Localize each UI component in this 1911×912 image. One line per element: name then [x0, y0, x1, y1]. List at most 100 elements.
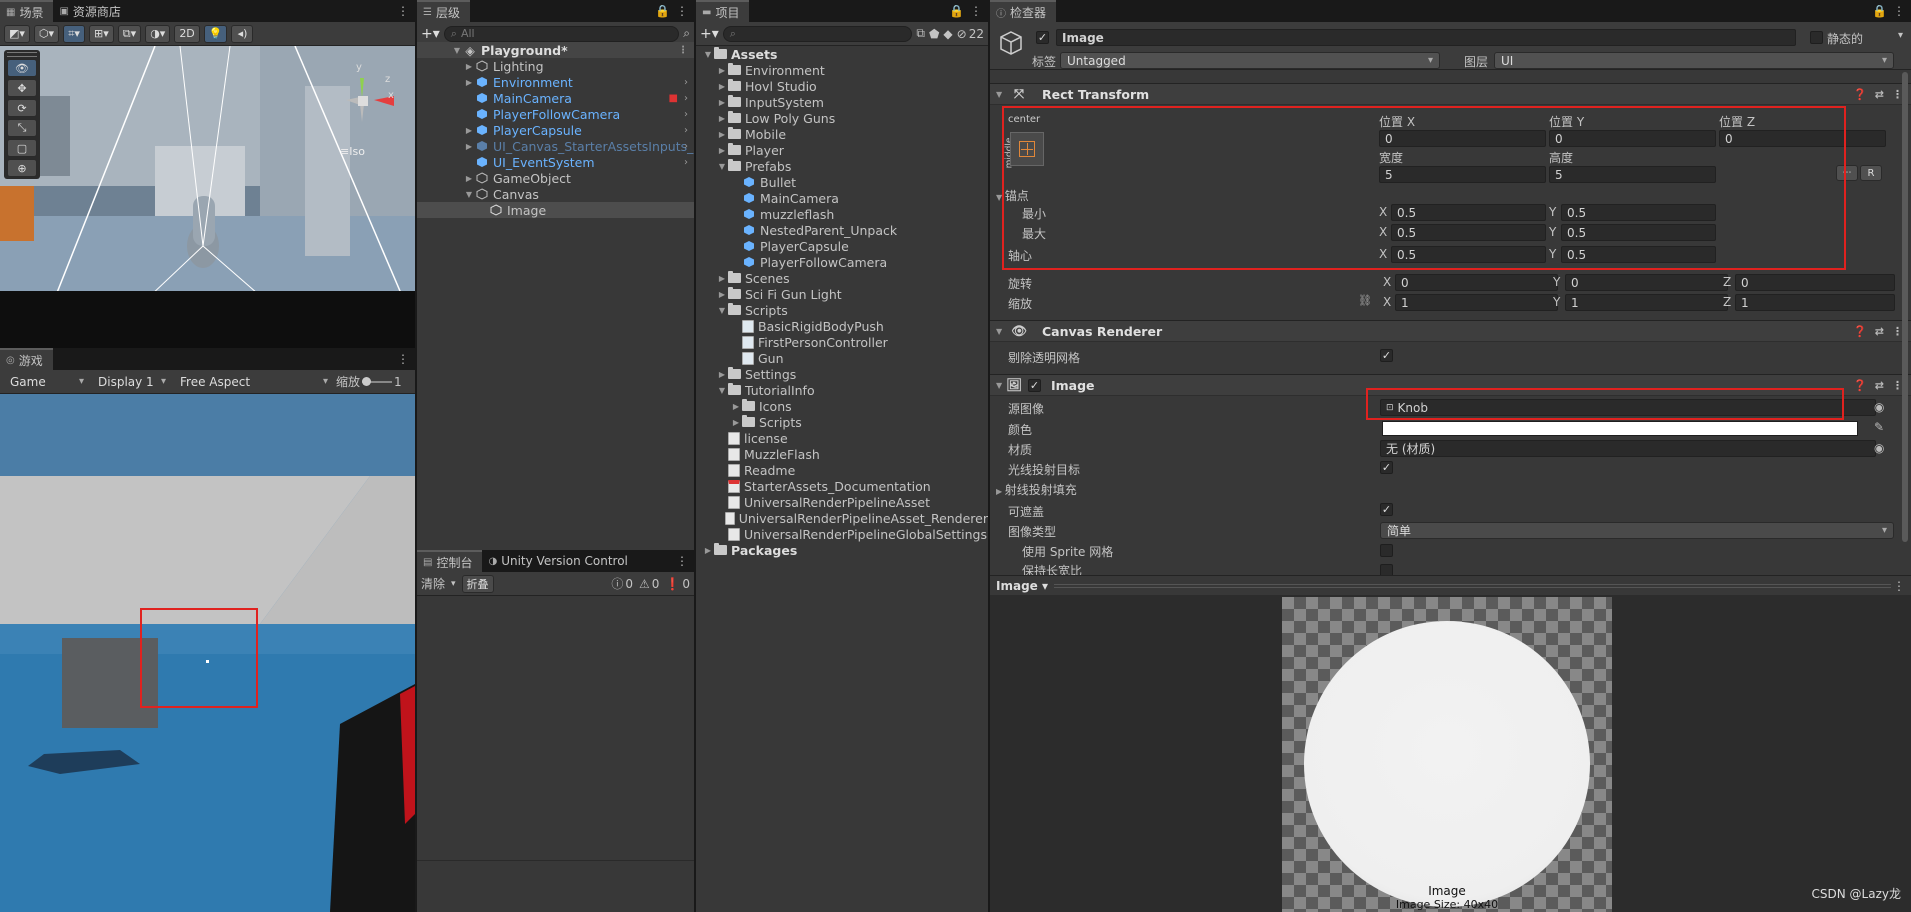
expand-arrow-icon[interactable]: ▶: [463, 62, 475, 71]
hierarchy-search-input[interactable]: ⌕ All: [443, 25, 680, 42]
project-item[interactable]: Readme: [696, 462, 988, 478]
search-by-label-icon[interactable]: ⬟: [929, 27, 939, 41]
material-field[interactable]: 无 (材质): [1380, 440, 1876, 457]
project-item[interactable]: ▼ Assets: [696, 46, 988, 62]
rotation-y-field[interactable]: 0: [1565, 274, 1728, 291]
scene-viewport[interactable]: 👁 ✥ ⟳ ⤡ ▢ ⊕ y x z ≡Iso: [0, 46, 415, 348]
foldout-arrow-icon[interactable]: ▼: [990, 90, 1004, 99]
project-item[interactable]: ▶ Scenes: [696, 270, 988, 286]
project-item[interactable]: MuzzleFlash: [696, 446, 988, 462]
chevron-down-icon[interactable]: ▾: [451, 579, 456, 589]
eyedropper-icon[interactable]: ✎: [1874, 420, 1884, 434]
menu-dots-icon[interactable]: ⋮: [1893, 4, 1905, 18]
raycast-padding-foldout[interactable]: ▶ 射线投射填充: [996, 481, 1077, 498]
object-picker-icon[interactable]: ◉: [1874, 400, 1884, 414]
menu-dots-icon[interactable]: ⋮: [678, 45, 688, 56]
chevron-right-icon[interactable]: ›: [684, 141, 688, 152]
lighting-toggle-icon[interactable]: 💡: [203, 24, 228, 43]
help-icon[interactable]: ❓: [1853, 325, 1867, 338]
menu-dots-icon[interactable]: ⋮: [397, 352, 409, 366]
scene-root-row[interactable]: ▼ ◈ Playground* ⋮: [417, 42, 694, 58]
project-item[interactable]: ▼ Prefabs: [696, 158, 988, 174]
gizmo-projection-label[interactable]: ≡Iso: [340, 145, 365, 158]
tab-inspector[interactable]: ⓘ 检查器: [990, 0, 1057, 22]
project-item[interactable]: ▶ Low Poly Guns: [696, 110, 988, 126]
project-item[interactable]: UniversalRenderPipelineAsset: [696, 494, 988, 510]
hierarchy-item-playerfollowcamera[interactable]: PlayerFollowCamera ›: [417, 106, 694, 122]
chevron-right-icon[interactable]: ›: [684, 157, 688, 168]
chevron-right-icon[interactable]: ›: [684, 125, 688, 136]
expand-arrow-icon[interactable]: ▶: [716, 146, 728, 155]
lock-icon[interactable]: 🔒: [1872, 4, 1887, 18]
hierarchy-item-gameobject[interactable]: ▶ GameObject: [417, 170, 694, 186]
console-log-area[interactable]: [417, 596, 694, 861]
preset-icon[interactable]: ⇄: [1875, 379, 1884, 392]
preset-icon[interactable]: ⇄: [1875, 325, 1884, 338]
search-options-icon[interactable]: ⌕: [683, 26, 690, 41]
menu-dots-icon[interactable]: ⋮: [676, 554, 688, 568]
warn-count-button[interactable]: ⚠ 0: [639, 575, 659, 592]
project-item[interactable]: muzzleflash: [696, 206, 988, 222]
hierarchy-item-maincamera[interactable]: MainCamera ■ ›: [417, 90, 694, 106]
project-item[interactable]: ▼ TutorialInfo: [696, 382, 988, 398]
project-item[interactable]: ▶ Icons: [696, 398, 988, 414]
toggle-2d-button[interactable]: 2D: [174, 24, 200, 43]
hierarchy-item-environment[interactable]: ▶ Environment ›: [417, 74, 694, 90]
project-item[interactable]: NestedParent_Unpack: [696, 222, 988, 238]
preserve-aspect-checkbox[interactable]: [1380, 564, 1393, 575]
help-icon[interactable]: ❓: [1853, 88, 1867, 101]
hierarchy-item-playercapsule[interactable]: ▶ PlayerCapsule ›: [417, 122, 694, 138]
project-item[interactable]: ▶ Packages: [696, 542, 988, 558]
expand-arrow-icon[interactable]: ▶: [716, 66, 728, 75]
project-item[interactable]: ▶ Player: [696, 142, 988, 158]
expand-arrow-icon[interactable]: ▼: [702, 50, 714, 59]
active-checkbox[interactable]: ✓: [1036, 31, 1049, 44]
expand-arrow-icon[interactable]: ▼: [463, 190, 475, 199]
project-item[interactable]: ▶ Sci Fi Gun Light: [696, 286, 988, 302]
hierarchy-item-lighting[interactable]: ▶ Lighting: [417, 58, 694, 74]
expand-arrow-icon[interactable]: ▼: [716, 162, 728, 171]
rotate-tool-icon[interactable]: ⟳: [7, 99, 37, 117]
chevron-right-icon[interactable]: ›: [684, 77, 688, 88]
tag-dropdown[interactable]: Untagged: [1060, 52, 1440, 69]
tab-hierarchy[interactable]: ☰ 层级: [417, 0, 470, 22]
project-item[interactable]: ▶ InputSystem: [696, 94, 988, 110]
image-type-dropdown[interactable]: 简单: [1380, 522, 1894, 539]
lock-icon[interactable]: 🔒: [655, 4, 670, 18]
project-item[interactable]: ▼ Scripts: [696, 302, 988, 318]
hierarchy-item-ui-canvas[interactable]: ▶ UI_Canvas_StarterAssetsInputs_ ›: [417, 138, 694, 154]
expand-arrow-icon[interactable]: ▶: [716, 290, 728, 299]
increment-snap-button[interactable]: ⧉▾: [117, 24, 142, 43]
rect-transform-header[interactable]: ▼ ⤧ Rect Transform ❓ ⇄ ⋮: [990, 83, 1911, 105]
hidden-packages-button[interactable]: ⊘ 22: [957, 27, 984, 41]
project-item[interactable]: UniversalRenderPipelineAsset_Renderer: [696, 510, 988, 526]
tab-scene[interactable]: ▦ 场景: [0, 0, 54, 22]
pivot-button[interactable]: ⌗▾: [63, 24, 86, 43]
expand-arrow-icon[interactable]: ▼: [716, 306, 728, 315]
chevron-right-icon[interactable]: ›: [684, 109, 688, 120]
foldout-arrow-icon[interactable]: ▼: [990, 327, 1004, 336]
tab-version-control[interactable]: ◑ Unity Version Control: [482, 550, 637, 572]
scale-x-field[interactable]: 1: [1395, 294, 1558, 311]
project-item[interactable]: FirstPersonController: [696, 334, 988, 350]
chevron-down-icon[interactable]: ▾: [1898, 30, 1903, 41]
object-picker-icon[interactable]: ◉: [1874, 441, 1884, 455]
expand-arrow-icon[interactable]: ▶: [463, 142, 475, 151]
preset-icon[interactable]: ⇄: [1875, 88, 1884, 101]
add-icon[interactable]: +▾: [421, 26, 440, 42]
tab-game[interactable]: ◎ 游戏: [0, 348, 53, 370]
grid-snap-button[interactable]: ⊞▾: [89, 24, 114, 43]
canvas-renderer-header[interactable]: ▼ 👁 Canvas Renderer ❓ ⇄ ⋮: [990, 320, 1911, 342]
expand-arrow-icon[interactable]: ▶: [463, 78, 475, 87]
orientation-gizmo[interactable]: y x z ≡Iso: [330, 60, 400, 160]
scale-z-field[interactable]: 1: [1735, 294, 1895, 311]
tag-icon[interactable]: ◆: [943, 27, 952, 41]
tab-asset-store[interactable]: ▣ 资源商店: [53, 0, 130, 22]
rotation-x-field[interactable]: 0: [1395, 274, 1558, 291]
preview-dropdown[interactable]: Image ▾: [996, 579, 1048, 593]
raw-edit-button[interactable]: R: [1860, 165, 1882, 181]
project-search-input[interactable]: ⌕: [722, 25, 913, 42]
project-item[interactable]: PlayerFollowCamera: [696, 254, 988, 270]
move-tool-icon[interactable]: ✥: [7, 79, 37, 97]
project-item[interactable]: UniversalRenderPipelineGlobalSettings: [696, 526, 988, 542]
